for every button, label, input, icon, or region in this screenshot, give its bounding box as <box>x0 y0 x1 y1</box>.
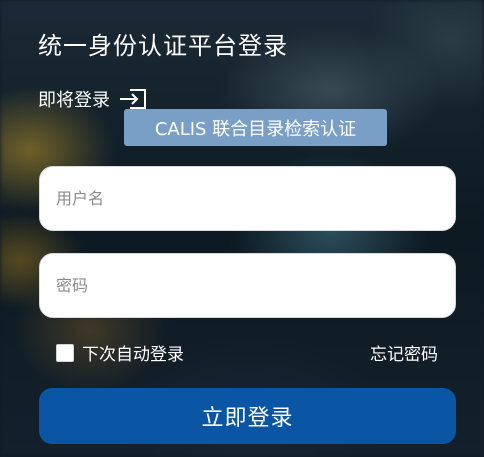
password-input[interactable] <box>39 253 456 318</box>
username-input[interactable] <box>39 166 456 231</box>
login-soon-label: 即将登录 <box>38 90 110 111</box>
login-button[interactable]: 立即登录 <box>39 388 456 444</box>
calis-auth-button[interactable]: CALIS 联合目录检索认证 <box>124 109 387 146</box>
login-panel: 统一身份认证平台登录 即将登录 CALIS 联合目录检索认证 下次自动登录 忘记… <box>0 0 484 457</box>
login-arrow-icon <box>120 89 146 109</box>
remember-me-checkbox[interactable] <box>56 343 74 362</box>
forgot-password-link[interactable]: 忘记密码 <box>370 340 438 365</box>
remember-me-toggle[interactable]: 下次自动登录 <box>56 340 184 365</box>
remember-me-label: 下次自动登录 <box>82 345 184 365</box>
page-title: 统一身份认证平台登录 <box>38 32 288 60</box>
